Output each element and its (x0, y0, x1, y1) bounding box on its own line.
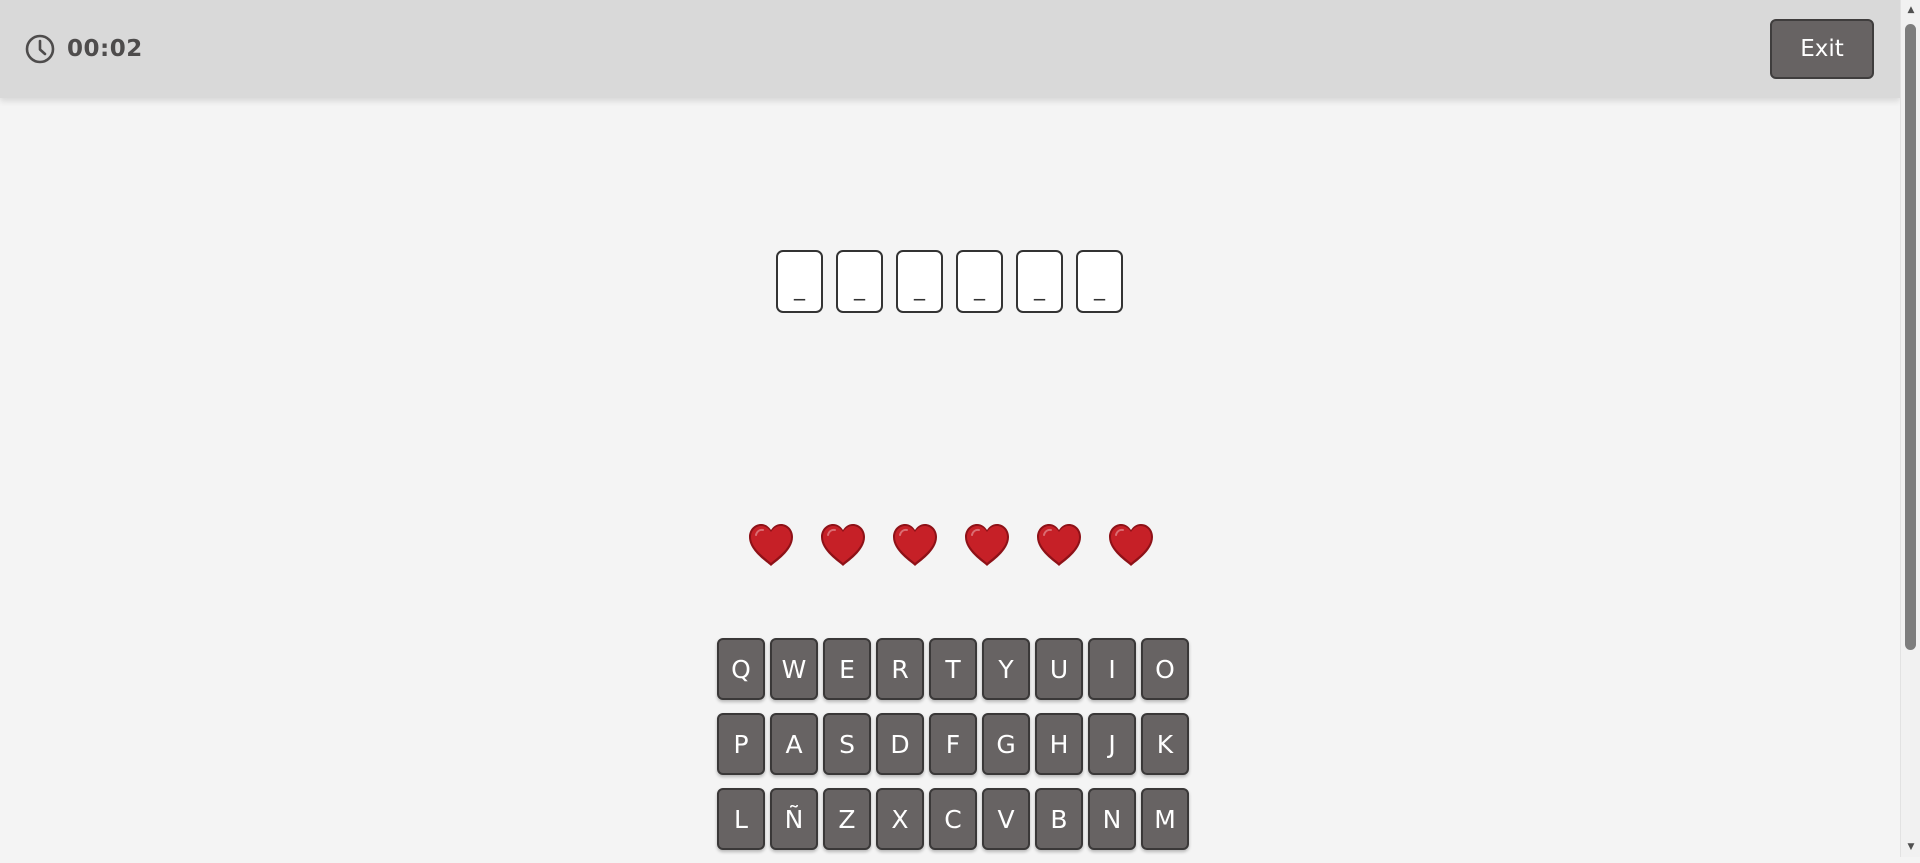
key-b[interactable]: B (1035, 788, 1083, 850)
key-g[interactable]: G (982, 713, 1030, 775)
letter-slot: _ (896, 250, 943, 313)
key-x[interactable]: X (876, 788, 924, 850)
heart-icon (893, 524, 937, 566)
lives-hearts (746, 522, 1156, 568)
letter-slot: _ (1076, 250, 1123, 313)
key-f[interactable]: F (929, 713, 977, 775)
key-v[interactable]: V (982, 788, 1030, 850)
letter-slot: _ (956, 250, 1003, 313)
scroll-up-arrow-icon[interactable]: ▲ (1901, 2, 1920, 18)
top-bar: 00:02 Exit (0, 0, 1900, 98)
keyboard-row: LÑZXCVBNM (717, 788, 1189, 850)
keyboard-row: PASDFGHJK (717, 713, 1189, 775)
key-d[interactable]: D (876, 713, 924, 775)
key-r[interactable]: R (876, 638, 924, 700)
exit-button[interactable]: Exit (1770, 19, 1874, 79)
timer: 00:02 (24, 33, 143, 65)
key-z[interactable]: Z (823, 788, 871, 850)
on-screen-keyboard: QWERTYUIO PASDFGHJK LÑZXCVBNM (717, 638, 1189, 863)
key-ñ[interactable]: Ñ (770, 788, 818, 850)
heart-icon (821, 524, 865, 566)
key-m[interactable]: M (1141, 788, 1189, 850)
key-p[interactable]: P (717, 713, 765, 775)
key-e[interactable]: E (823, 638, 871, 700)
letter-slot: _ (776, 250, 823, 313)
key-l[interactable]: L (717, 788, 765, 850)
key-t[interactable]: T (929, 638, 977, 700)
clock-icon (25, 34, 55, 64)
heart-icon (965, 524, 1009, 566)
key-n[interactable]: N (1088, 788, 1136, 850)
timer-value: 00:02 (67, 36, 143, 62)
key-h[interactable]: H (1035, 713, 1083, 775)
letter-slot: _ (1016, 250, 1063, 313)
heart-icon (1109, 524, 1153, 566)
key-c[interactable]: C (929, 788, 977, 850)
heart-icon (749, 524, 793, 566)
keyboard-row: QWERTYUIO (717, 638, 1189, 700)
key-q[interactable]: Q (717, 638, 765, 700)
key-i[interactable]: I (1088, 638, 1136, 700)
scrollbar-thumb[interactable] (1905, 24, 1916, 650)
key-j[interactable]: J (1088, 713, 1136, 775)
key-a[interactable]: A (770, 713, 818, 775)
key-u[interactable]: U (1035, 638, 1083, 700)
key-s[interactable]: S (823, 713, 871, 775)
key-o[interactable]: O (1141, 638, 1189, 700)
key-y[interactable]: Y (982, 638, 1030, 700)
heart-icon (1037, 524, 1081, 566)
key-k[interactable]: K (1141, 713, 1189, 775)
vertical-scrollbar[interactable]: ▲ ▼ (1900, 0, 1920, 857)
key-w[interactable]: W (770, 638, 818, 700)
scroll-down-arrow-icon[interactable]: ▼ (1901, 839, 1920, 855)
letter-slot: _ (836, 250, 883, 313)
word-slots: _ _ _ _ _ _ (776, 250, 1123, 313)
